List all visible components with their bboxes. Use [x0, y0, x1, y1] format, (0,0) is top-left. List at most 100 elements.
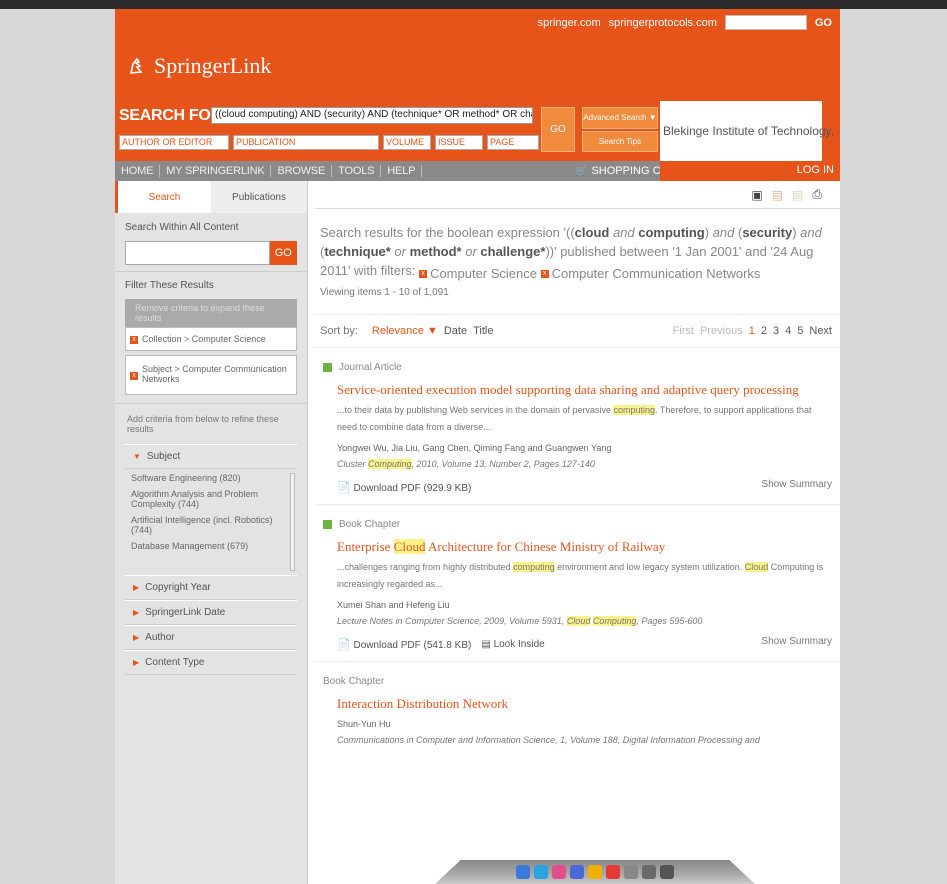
result-type: Journal Article — [323, 362, 830, 373]
result-title[interactable]: Enterprise Cloud Architecture for Chines… — [337, 538, 830, 555]
access-icon — [323, 519, 332, 529]
sort-by-label: Sort by: — [320, 324, 358, 337]
download-pdf-link[interactable]: 📄 Download PDF (541.8 KB) — [337, 638, 471, 651]
app-icon[interactable] — [624, 865, 638, 879]
look-inside-link[interactable]: ▤ Look Inside — [481, 639, 544, 650]
desc-text: ) — [704, 225, 713, 240]
volume-field[interactable]: VOLUME — [383, 135, 431, 150]
subject-item[interactable]: Software Engineering (820) — [131, 473, 287, 483]
source-text: , 2010, Volume 13, Number 2, Pages 127-1… — [411, 458, 595, 469]
search-within-go-button[interactable]: GO — [269, 241, 297, 265]
springerlink-logo[interactable]: SpringerLink — [127, 53, 271, 79]
facet-content-type[interactable]: ▶ Content Type — [125, 650, 297, 675]
login-button[interactable]: LOG IN — [660, 161, 840, 181]
pager-page[interactable]: 4 — [785, 325, 791, 337]
facet-author[interactable]: ▶ Author — [125, 625, 297, 650]
result-title[interactable]: Interaction Distribution Network — [337, 696, 830, 712]
issue-field[interactable]: ISSUE — [435, 135, 483, 150]
show-summary-link[interactable]: Show Summary — [761, 636, 832, 647]
subject-item[interactable]: Artificial Intelligence (incl. Robotics)… — [131, 515, 287, 535]
desc-keyword: security — [742, 225, 793, 240]
result-authors[interactable]: Yongwei Wu, Jia Liu, Gang Chen, Qiming F… — [337, 443, 830, 453]
highlight: computing — [513, 561, 555, 572]
result-type: Book Chapter — [323, 676, 830, 687]
tab-search[interactable]: Search — [115, 181, 211, 213]
result-source[interactable]: Cluster Computing, 2010, Volume 13, Numb… — [337, 458, 830, 469]
pager-page[interactable]: 1 — [749, 325, 755, 337]
remove-icon[interactable]: x — [419, 270, 428, 278]
app-icon[interactable] — [534, 865, 548, 879]
pager-first[interactable]: First — [673, 325, 694, 337]
nav-help[interactable]: HELP — [381, 165, 423, 177]
result-item: Book Chapter Interaction Distribution Ne… — [315, 662, 840, 755]
result-title[interactable]: Service-oriented execution model support… — [337, 382, 830, 398]
sort-date[interactable]: Date — [444, 325, 467, 337]
app-icon[interactable] — [516, 865, 530, 879]
result-source[interactable]: Lecture Notes in Computer Science, 2009,… — [337, 615, 830, 626]
search-within-row: GO — [125, 241, 297, 265]
desc-keyword: computing — [638, 225, 705, 240]
search-go-button[interactable]: GO — [541, 107, 575, 152]
app-icon[interactable] — [588, 865, 602, 879]
remove-icon[interactable]: x — [130, 372, 138, 380]
language-select[interactable]: English ▼ — [724, 15, 807, 30]
nav-browse[interactable]: BROWSE — [271, 165, 333, 177]
tab-publications[interactable]: Publications — [211, 181, 307, 213]
print-icon[interactable]: ⎙ — [812, 187, 822, 202]
pager-page[interactable]: 2 — [761, 325, 767, 337]
subject-item[interactable]: Algorithm Analysis and Problem Complexit… — [131, 489, 287, 509]
search-input[interactable]: ((cloud computing) AND (security) AND (t… — [211, 107, 533, 124]
sort-relevance[interactable]: Relevance ▼ — [372, 325, 438, 337]
pdf-icon: 📄 — [337, 481, 351, 494]
author-editor-field[interactable]: AUTHOR OR EDITOR — [119, 135, 229, 150]
publication-field[interactable]: PUBLICATION — [233, 135, 379, 150]
sidebar-tabs: Search Publications — [115, 181, 307, 213]
result-authors[interactable]: Xumei Shan and Hefeng Liu — [337, 600, 830, 610]
facet-copyright-year[interactable]: ▶ Copyright Year — [125, 575, 297, 600]
nav-home[interactable]: HOME — [115, 165, 161, 177]
advanced-search-button[interactable]: Advanced Search ▼ — [582, 107, 658, 129]
pager-previous[interactable]: Previous — [700, 325, 743, 337]
remove-icon[interactable]: x — [540, 270, 549, 278]
search-tips-button[interactable]: Search Tips — [582, 130, 658, 152]
sort-title[interactable]: Title — [473, 325, 493, 337]
criterion-collection[interactable]: x Collection > Computer Science — [125, 327, 297, 351]
language-go-button[interactable]: GO — [815, 17, 832, 29]
os-dock — [435, 860, 755, 884]
subject-item[interactable]: Database Management (679) — [131, 541, 287, 551]
facet-subject[interactable]: ▼ Subject — [125, 444, 297, 469]
filter-computer-science[interactable]: x Computer Science — [419, 264, 537, 283]
nav-my-springerlink[interactable]: MY SPRINGERLINK — [160, 165, 272, 177]
remove-icon[interactable]: x — [130, 336, 138, 344]
result-actions: 📄 Download PDF (541.8 KB) ▤ Look Inside — [337, 638, 830, 651]
pager-page[interactable]: 3 — [773, 325, 779, 337]
result-source[interactable]: Communications in Computer and Informati… — [337, 735, 830, 745]
pdf-export-icon[interactable]: ▤ — [772, 188, 783, 202]
nav-tools[interactable]: TOOLS — [332, 165, 382, 177]
csv-export-icon[interactable]: ▤ — [792, 188, 803, 202]
springerprotocols-link[interactable]: springerprotocols.com — [609, 17, 717, 29]
pager-next[interactable]: Next — [809, 325, 832, 337]
springer-link[interactable]: springer.com — [538, 17, 601, 29]
page-field[interactable]: PAGE — [487, 135, 539, 150]
show-summary-link[interactable]: Show Summary — [761, 479, 832, 490]
springerlink-page: springer.com springerprotocols.com Engli… — [115, 9, 840, 884]
app-icon[interactable] — [660, 865, 674, 879]
app-icon[interactable] — [552, 865, 566, 879]
filter-computer-communication-networks[interactable]: x Computer Communication Networks — [540, 264, 760, 283]
download-pdf-link[interactable]: 📄 Download PDF (929.9 KB) — [337, 481, 471, 494]
result-authors[interactable]: Shun-Yun Hu — [337, 719, 830, 729]
app-icon[interactable] — [642, 865, 656, 879]
app-icon[interactable] — [570, 865, 584, 879]
criterion-label: Collection > Computer Science — [142, 334, 266, 344]
viewing-count: Viewing items 1 - 10 of 1,091 — [320, 286, 449, 298]
search-within-input[interactable] — [125, 241, 270, 265]
facet-springerlink-date[interactable]: ▶ SpringerLink Date — [125, 600, 297, 625]
criterion-subject[interactable]: x Subject > Computer Communication Netwo… — [125, 355, 297, 395]
save-icon[interactable]: ▣ — [751, 188, 762, 202]
app-icon[interactable] — [606, 865, 620, 879]
subject-scrollbar[interactable] — [290, 473, 295, 571]
pager-page[interactable]: 5 — [797, 325, 803, 337]
triangle-right-icon: ▶ — [133, 583, 140, 592]
facet-label: Author — [145, 632, 175, 643]
